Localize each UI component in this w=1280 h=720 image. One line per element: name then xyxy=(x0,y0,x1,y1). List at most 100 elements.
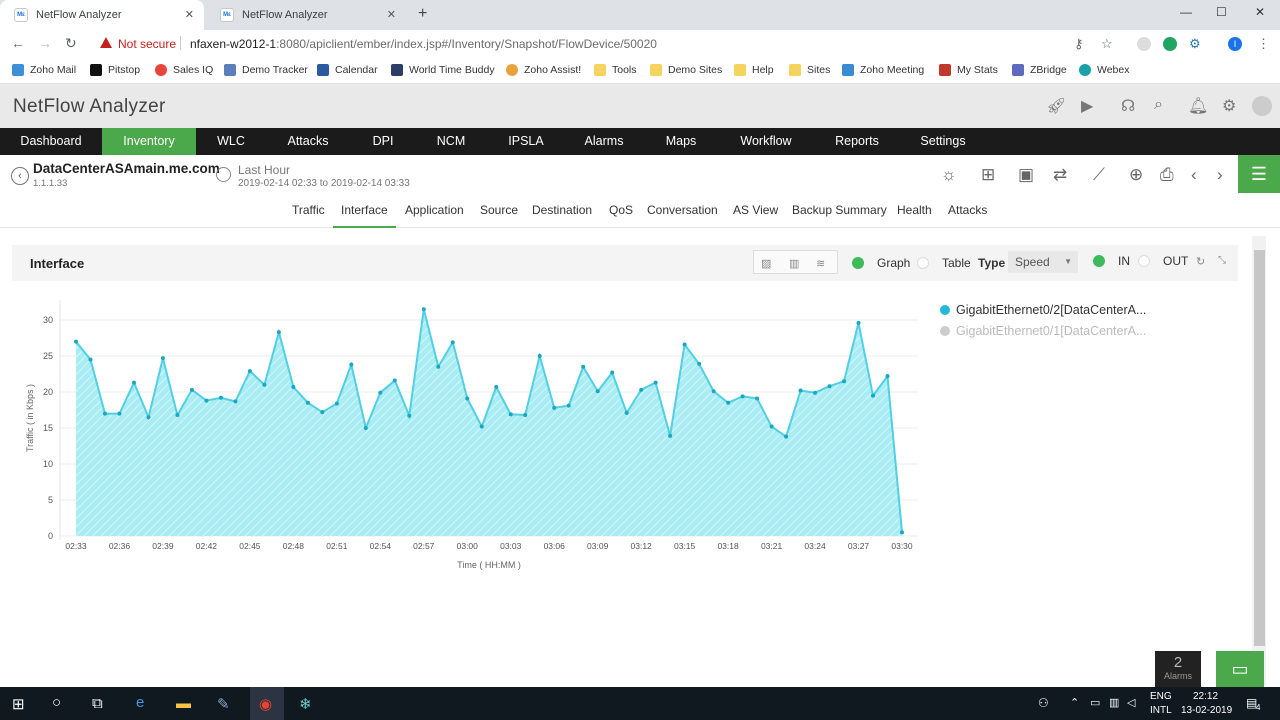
data-point xyxy=(566,403,571,408)
file-explorer-icon[interactable]: ▬ xyxy=(176,695,191,712)
data-point xyxy=(885,374,890,379)
legend-item[interactable]: GigabitEthernet0/2[DataCenterA... xyxy=(940,303,1146,317)
legend-item[interactable]: GigabitEthernet0/1[DataCenterA... xyxy=(940,324,1146,338)
data-point xyxy=(581,364,586,369)
y-tick-label: 0 xyxy=(48,531,53,541)
data-point xyxy=(291,384,296,389)
task-view-icon[interactable]: ⧉ xyxy=(92,695,103,712)
chrome-taskbar-icon[interactable]: ◉ xyxy=(259,695,272,713)
x-tick-label: 03:18 xyxy=(717,541,739,551)
x-axis-label: Time ( HH:MM ) xyxy=(457,560,521,570)
data-point xyxy=(755,396,760,401)
data-point xyxy=(624,410,629,415)
data-point xyxy=(363,426,368,430)
x-tick-label: 02:42 xyxy=(196,541,218,551)
alarms-widget[interactable]: 2 Alarms xyxy=(1155,651,1201,687)
data-point xyxy=(465,396,470,401)
data-point xyxy=(784,434,789,439)
data-point xyxy=(102,411,107,416)
x-tick-label: 03:24 xyxy=(804,541,826,551)
x-tick-label: 02:45 xyxy=(239,541,261,551)
y-tick-label: 5 xyxy=(48,495,53,505)
data-point xyxy=(131,380,136,385)
data-point xyxy=(218,395,223,400)
windows-start-icon[interactable]: ⊞ xyxy=(12,695,25,713)
x-tick-label: 02:54 xyxy=(370,541,392,551)
data-point xyxy=(233,399,238,404)
x-tick-label: 02:33 xyxy=(65,541,87,551)
legend-swatch xyxy=(940,305,950,315)
volume-icon[interactable]: ◁ xyxy=(1127,696,1135,709)
y-tick-label: 25 xyxy=(43,351,53,361)
y-tick-label: 20 xyxy=(43,387,53,397)
input-language[interactable]: ENG xyxy=(1150,691,1172,702)
windows-taskbar xyxy=(0,687,1280,720)
data-point xyxy=(88,357,93,362)
data-point xyxy=(74,339,78,344)
data-point xyxy=(479,424,484,429)
app-gear-taskbar-icon[interactable]: ❄ xyxy=(299,695,312,713)
data-point xyxy=(798,388,803,393)
data-point xyxy=(813,390,818,395)
x-tick-label: 03:30 xyxy=(891,541,913,551)
alarm-count: 2 xyxy=(1173,654,1183,671)
x-tick-label: 03:12 xyxy=(631,541,653,551)
tray-chevron-icon[interactable]: ⌃ xyxy=(1070,696,1079,709)
data-point xyxy=(697,361,702,366)
x-tick-label: 03:09 xyxy=(587,541,609,551)
data-point xyxy=(436,364,441,369)
data-point xyxy=(610,370,615,375)
data-point xyxy=(276,330,281,335)
data-point xyxy=(871,393,876,398)
data-point xyxy=(117,411,122,416)
data-point xyxy=(769,424,774,429)
data-point xyxy=(334,401,339,406)
legend-label: GigabitEthernet0/1[DataCenterA... xyxy=(956,324,1147,338)
battery-icon[interactable]: ▭ xyxy=(1090,696,1100,709)
x-tick-label: 03:06 xyxy=(544,541,566,551)
alarm-label: Alarms xyxy=(1163,671,1192,681)
y-tick-label: 15 xyxy=(43,423,53,433)
y-axis-label: Traffic ( in Kbps ) xyxy=(25,384,35,452)
data-point xyxy=(711,389,716,394)
data-point xyxy=(160,356,165,361)
x-tick-label: 03:21 xyxy=(761,541,783,551)
legend-label: GigabitEthernet0/2[DataCenterA... xyxy=(956,303,1147,317)
legend-swatch xyxy=(940,326,950,336)
edge-browser-icon[interactable]: e xyxy=(136,694,144,711)
x-tick-label: 02:39 xyxy=(152,541,174,551)
x-tick-label: 03:27 xyxy=(848,541,870,551)
scrollbar-thumb[interactable] xyxy=(1254,250,1265,646)
clock-date[interactable]: 13-02-2019 xyxy=(1181,705,1232,716)
data-point xyxy=(262,382,267,387)
data-point xyxy=(450,340,455,345)
people-icon[interactable]: ⚇ xyxy=(1038,696,1049,710)
y-tick-label: 10 xyxy=(43,459,53,469)
data-point xyxy=(247,369,252,374)
data-point xyxy=(523,413,528,418)
network-icon[interactable]: ▥ xyxy=(1109,696,1119,709)
traffic-area-chart: 0 5 10 15 20 25 30 02:33 02:36 02:39 02:42 02:45 02… xyxy=(25,300,918,570)
data-point xyxy=(378,390,383,395)
input-layout[interactable]: INTL xyxy=(1150,705,1172,716)
data-point xyxy=(856,320,861,325)
data-point xyxy=(827,384,832,389)
series-area xyxy=(76,309,902,536)
data-point xyxy=(740,394,745,399)
data-point xyxy=(639,387,644,392)
data-point xyxy=(392,378,397,383)
data-point xyxy=(668,433,673,438)
x-tick-label: 02:36 xyxy=(109,541,131,551)
data-point xyxy=(653,380,658,385)
x-tick-label: 03:15 xyxy=(674,541,696,551)
y-tick-label: 30 xyxy=(43,315,53,325)
data-point xyxy=(349,362,354,367)
chat-icon[interactable]: ▭ xyxy=(1216,651,1264,687)
x-tick-label: 03:00 xyxy=(457,541,479,551)
x-tick-label: 02:48 xyxy=(283,541,305,551)
cortana-search-icon[interactable]: ○ xyxy=(52,694,61,711)
data-point xyxy=(204,398,209,403)
data-point xyxy=(494,384,499,389)
clock-time[interactable]: 22:12 xyxy=(1193,691,1218,702)
notepad-icon[interactable]: ✎ xyxy=(217,695,230,713)
